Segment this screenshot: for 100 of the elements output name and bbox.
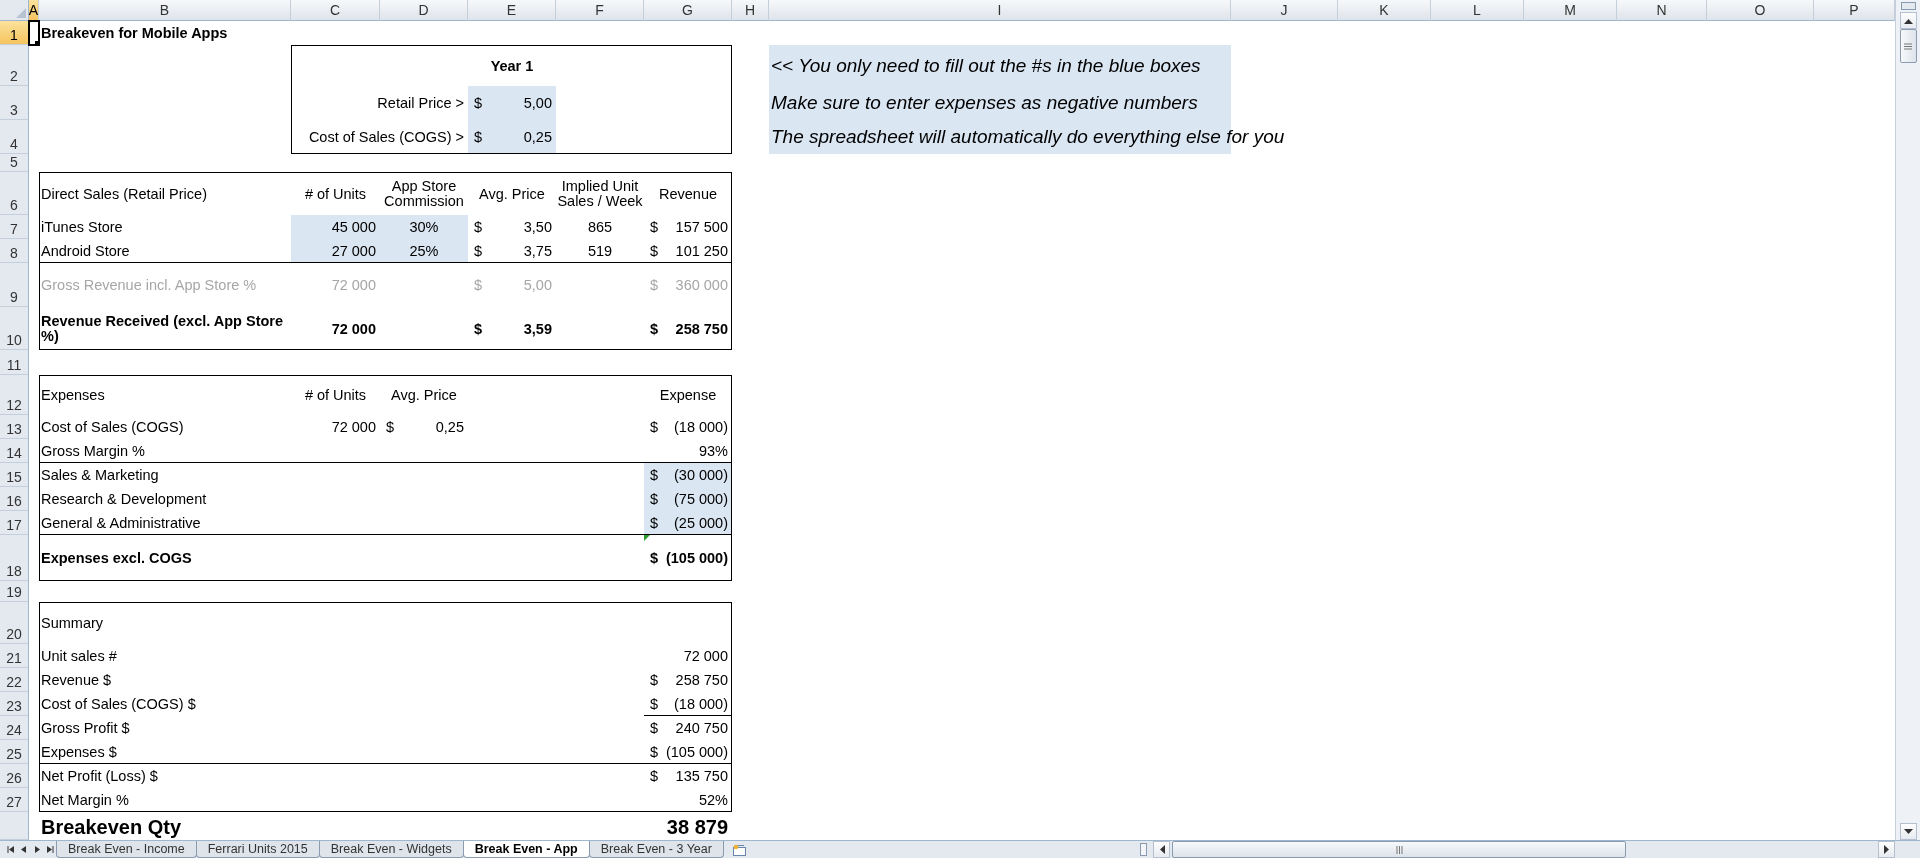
cell-cursor[interactable] bbox=[28, 20, 40, 46]
column-header[interactable]: O bbox=[1707, 0, 1814, 21]
table-cell-text: Expenses bbox=[40, 387, 105, 403]
row-header[interactable]: 16 bbox=[0, 487, 29, 511]
row-header[interactable]: 8 bbox=[0, 239, 29, 263]
row-header[interactable]: 4 bbox=[0, 120, 29, 154]
row-header[interactable]: 22 bbox=[0, 668, 29, 692]
new-sheet-icon bbox=[731, 843, 748, 856]
table-cell-text: $ (18 000) bbox=[649, 696, 729, 712]
scrollbar-thumb[interactable] bbox=[1172, 841, 1626, 858]
row-header[interactable]: 18 bbox=[0, 535, 29, 581]
left-arrow-icon bbox=[1158, 845, 1165, 854]
table-cell-text: $ 135 750 bbox=[649, 768, 729, 784]
table-cell-text: $ 5,00 bbox=[473, 95, 553, 111]
row-header[interactable]: 7 bbox=[0, 215, 29, 239]
horizontal-scrollbar[interactable] bbox=[1153, 841, 1895, 858]
column-header[interactable]: B bbox=[39, 0, 291, 21]
sheet-tab[interactable]: Break Even - Income bbox=[56, 841, 197, 858]
table-cell-text: $ (105 000) bbox=[649, 550, 729, 566]
column-header[interactable]: G bbox=[644, 0, 732, 21]
sheet-tab[interactable]: Break Even - 3 Year bbox=[588, 841, 724, 858]
left-arrow-icon bbox=[20, 846, 27, 853]
table-cell-text: 52% bbox=[698, 792, 729, 808]
table-cell-text: Cost of Sales (COGS) > bbox=[308, 129, 465, 145]
row-header[interactable]: 14 bbox=[0, 439, 29, 463]
right-arrow-icon bbox=[33, 846, 40, 853]
scroll-down-button[interactable] bbox=[1899, 823, 1917, 840]
grip-icon bbox=[1904, 42, 1912, 50]
column-header[interactable]: F bbox=[556, 0, 644, 21]
table-cell-text: 45 000 bbox=[331, 219, 377, 235]
up-arrow-icon bbox=[1903, 17, 1913, 24]
table-cell-text: Direct Sales (Retail Price) bbox=[40, 185, 207, 202]
table-cell-text: $ 5,00 bbox=[473, 277, 553, 293]
sheet-tab[interactable]: Ferrari Units 2015 bbox=[195, 841, 320, 858]
row-header[interactable]: 27 bbox=[0, 788, 29, 812]
right-arrow-icon bbox=[1883, 845, 1890, 854]
row-header[interactable]: 23 bbox=[0, 692, 29, 716]
row-header[interactable]: 20 bbox=[0, 602, 29, 644]
table-cell-text: Sales & Marketing bbox=[40, 467, 159, 483]
column-header[interactable]: D bbox=[380, 0, 468, 21]
table-cell-text: 72 000 bbox=[331, 419, 377, 435]
column-header[interactable]: H bbox=[732, 0, 769, 21]
column-header[interactable]: I bbox=[769, 0, 1231, 21]
scrollbar-thumb[interactable] bbox=[1899, 29, 1917, 63]
sheet-tab[interactable]: Break Even - App bbox=[462, 841, 590, 858]
row-header[interactable]: 26 bbox=[0, 764, 29, 788]
column-header[interactable]: N bbox=[1617, 0, 1707, 21]
table-cell: Year 1 bbox=[490, 57, 534, 74]
table-cell-text: iTunes Store bbox=[40, 219, 123, 235]
table-cell: 865 bbox=[587, 219, 613, 235]
row-header[interactable]: 11 bbox=[0, 350, 29, 375]
table-cell: 25% bbox=[409, 243, 439, 259]
scroll-up-button[interactable] bbox=[1899, 12, 1917, 29]
column-header[interactable]: J bbox=[1231, 0, 1338, 21]
last-arrow-icon bbox=[45, 846, 54, 853]
column-header[interactable]: M bbox=[1524, 0, 1617, 21]
table-cell-text: Gross Profit $ bbox=[40, 720, 130, 736]
table-cell-text: Gross Margin % bbox=[40, 443, 145, 459]
row-header[interactable]: 12 bbox=[0, 375, 29, 415]
table-cell-text: 72 000 bbox=[331, 277, 377, 293]
column-header[interactable]: C bbox=[291, 0, 380, 21]
table-cell: Expense bbox=[659, 387, 717, 403]
table-cell-text: $ 0,25 bbox=[385, 419, 465, 435]
row-header[interactable]: 6 bbox=[0, 172, 29, 215]
column-header[interactable]: P bbox=[1814, 0, 1895, 21]
column-header[interactable]: K bbox=[1338, 0, 1431, 21]
vertical-scrollbar[interactable] bbox=[1895, 0, 1920, 840]
table-cell: # of Units bbox=[304, 185, 367, 202]
table-cell-text: 72 000 bbox=[331, 320, 377, 337]
triangle-icon bbox=[16, 8, 26, 18]
row-header[interactable]: 3 bbox=[0, 86, 29, 120]
table-cell-text: 38 879 bbox=[666, 815, 729, 838]
row-header[interactable]: 9 bbox=[0, 263, 29, 307]
table-cell-text: App Store Commission bbox=[383, 178, 465, 209]
row-header[interactable]: 1 bbox=[0, 21, 29, 45]
table-cell-text: $ (25 000) bbox=[649, 515, 729, 531]
table-cell-text: << You only need to fill out the #s in the blue boxes bbox=[770, 54, 1201, 77]
table-cell-text: Gross Revenue incl. App Store % bbox=[40, 277, 257, 293]
row-header[interactable]: 10 bbox=[0, 307, 29, 350]
row-header[interactable]: 25 bbox=[0, 740, 29, 764]
table-cell-text: Revenue $ bbox=[40, 672, 112, 688]
table-cell-text: $ 3,50 bbox=[473, 219, 553, 235]
row-header[interactable]: 13 bbox=[0, 415, 29, 439]
sheet-tab[interactable]: Break Even - Widgets bbox=[318, 841, 464, 858]
table-cell-text: $ (18 000) bbox=[649, 419, 729, 435]
row-header[interactable]: 2 bbox=[0, 45, 29, 86]
row-header[interactable]: 15 bbox=[0, 463, 29, 487]
column-header[interactable]: L bbox=[1431, 0, 1524, 21]
scroll-left-button[interactable] bbox=[1153, 841, 1170, 858]
row-header[interactable]: 24 bbox=[0, 716, 29, 740]
row-header[interactable]: 19 bbox=[0, 581, 29, 602]
table-cell-text: Revenue Received (excl. App Store %) bbox=[40, 313, 285, 344]
column-header[interactable]: E bbox=[468, 0, 556, 21]
split-handle[interactable] bbox=[1140, 843, 1147, 856]
row-header[interactable]: 5 bbox=[0, 154, 29, 172]
table-cell: Avg. Price bbox=[479, 185, 545, 202]
row-header[interactable]: 17 bbox=[0, 511, 29, 535]
scroll-right-button[interactable] bbox=[1878, 841, 1895, 858]
row-header[interactable]: 21 bbox=[0, 644, 29, 668]
table-cell-text: $ 360 000 bbox=[649, 277, 729, 293]
